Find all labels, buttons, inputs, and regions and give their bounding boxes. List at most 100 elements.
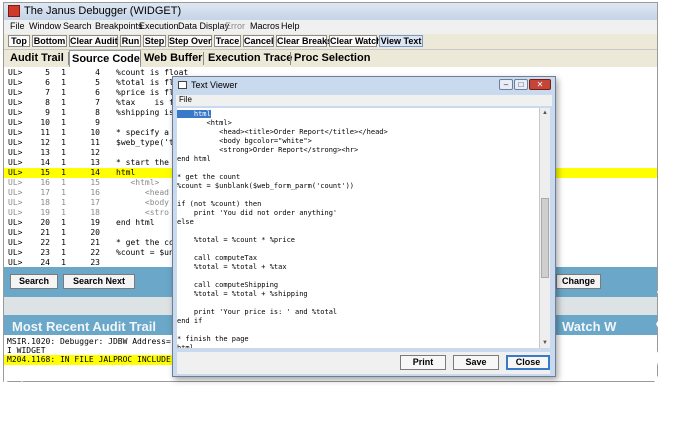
viewer-text-line-content: <html>	[177, 119, 232, 127]
code-line-text: <head	[116, 188, 169, 197]
menu-window[interactable]: Window	[29, 21, 61, 31]
code-line-prefix: UL>	[8, 128, 23, 137]
viewer-scrollbar[interactable]: ▲ ▼	[539, 108, 550, 348]
viewer-text-line-content: %total = %count * %price	[177, 236, 296, 244]
code-line-number: 22	[90, 248, 100, 257]
code-line-number: 1	[61, 168, 66, 177]
code-line-number: 11	[90, 138, 100, 147]
tab-web-buffer[interactable]: Web Buffer	[142, 50, 202, 67]
code-line-text: %count = $un	[116, 248, 174, 257]
menu-macros[interactable]: Macros	[250, 21, 280, 31]
search-button[interactable]: Search	[10, 274, 58, 289]
code-line-number: 1	[61, 148, 66, 157]
code-line-number: 18	[40, 198, 50, 207]
tab-source-code[interactable]: Source Code	[69, 50, 141, 68]
bottom-button[interactable]: Bottom	[32, 35, 67, 47]
step-over-button[interactable]: Step Over	[168, 35, 212, 47]
code-line-number: 21	[90, 238, 100, 247]
scroll-thumb[interactable]	[541, 198, 549, 278]
code-line-number: 17	[90, 198, 100, 207]
tab-proc-selection[interactable]: Proc Selection	[292, 50, 370, 67]
minimize-icon[interactable]: –	[499, 79, 513, 90]
code-line-text: %total is fl	[116, 78, 174, 87]
viewer-text-line: %count = $unblank($web_form_parm('count'…	[177, 181, 354, 191]
print-button[interactable]: Print	[400, 355, 446, 370]
viewer-text-line-content: end if	[177, 317, 203, 325]
code-line-number: 20	[90, 228, 100, 237]
code-line-number: 13	[40, 148, 50, 157]
code-line-number: 4	[95, 68, 100, 77]
viewer-text-line-content: <strong>Order Report</strong><hr>	[177, 146, 359, 154]
code-line-number: 1	[61, 158, 66, 167]
code-line-text: * specify a	[116, 128, 169, 137]
viewer-text-line: else	[177, 217, 194, 227]
menu-file[interactable]: File	[10, 21, 25, 31]
viewer-menu-bar: File	[176, 95, 552, 106]
title-bar: The Janus Debugger (WIDGET)	[4, 3, 657, 20]
code-line-number: 1	[61, 228, 66, 237]
code-line-text: html	[116, 168, 136, 177]
code-line-number: 1	[61, 138, 66, 147]
clear-audit-button[interactable]: Clear Audit	[69, 35, 118, 47]
search-next-button[interactable]: Search Next	[63, 274, 135, 289]
maximize-icon[interactable]: □	[514, 79, 528, 90]
code-line-number: 1	[61, 188, 66, 197]
menu-breakpoints[interactable]: Breakpoints	[95, 21, 143, 31]
run-button[interactable]: Run	[120, 35, 141, 47]
code-line-number: 5	[95, 78, 100, 87]
viewer-menu-file[interactable]: File	[179, 95, 192, 104]
clear-breaks-button[interactable]: Clear Breaks	[276, 35, 332, 47]
menu-data-display[interactable]: Data Display	[178, 21, 229, 31]
code-line-number: 13	[90, 158, 100, 167]
menu-error: Error	[225, 21, 245, 31]
code-line-number: 23	[40, 248, 50, 257]
code-line-prefix: UL>	[8, 208, 23, 217]
viewer-text-line-content: end html	[177, 155, 211, 163]
viewer-text-line-content: %count = $unblank($web_form_parm('count'…	[177, 182, 355, 190]
cancel-button[interactable]: Cancel	[243, 35, 274, 47]
close-icon[interactable]: ✕	[529, 79, 551, 90]
viewer-text-line: html	[177, 343, 194, 348]
menu-bar: File Window Search Breakpoints Execution…	[4, 20, 657, 34]
tab-execution-trace[interactable]: Execution Trace	[206, 50, 292, 67]
code-line-prefix: UL>	[8, 188, 23, 197]
menu-execution[interactable]: Execution	[139, 21, 179, 31]
code-line-text: <body	[116, 198, 169, 207]
viewer-text-line-content: if (not %count) then	[177, 200, 262, 208]
code-line-number: 17	[40, 188, 50, 197]
save-button[interactable]: Save	[453, 355, 499, 370]
scroll-up-icon[interactable]: ▲	[540, 108, 550, 118]
viewer-text-line-content: html	[177, 344, 194, 348]
view-text-button[interactable]: View Text	[379, 35, 423, 47]
code-line-text: %price is fl	[116, 88, 174, 97]
clear-watch-button[interactable]: Clear Watch	[329, 35, 382, 47]
menu-search[interactable]: Search	[63, 21, 92, 31]
scroll-down-icon[interactable]: ▼	[540, 338, 550, 348]
code-line-text: %tax is fl	[116, 98, 179, 107]
code-line-number: 14	[40, 158, 50, 167]
top-button[interactable]: Top	[8, 35, 30, 47]
viewer-text-line-content: print 'You did not order anything'	[177, 209, 338, 217]
viewer-text-line-content: * finish the page	[177, 335, 249, 343]
code-line-number: 22	[40, 238, 50, 247]
step-button[interactable]: Step	[143, 35, 166, 47]
code-line-number: 1	[61, 128, 66, 137]
watch-change-button[interactable]: Change	[556, 274, 601, 289]
viewer-text-area[interactable]: html <html> <head><title>Order Report</t…	[177, 108, 539, 348]
tab-separator	[140, 52, 141, 65]
tab-audit-trail[interactable]: Audit Trail	[8, 50, 68, 67]
viewer-text-line: end html	[177, 154, 211, 164]
text-viewer-window: Text Viewer – □ ✕ File html <html> <head…	[172, 76, 556, 377]
close-button[interactable]: Close	[506, 355, 550, 370]
code-line-number: 1	[61, 248, 66, 257]
trace-button[interactable]: Trace	[214, 35, 241, 47]
menu-help[interactable]: Help	[281, 21, 300, 31]
tab-separator	[290, 52, 291, 65]
app-icon	[8, 5, 20, 17]
code-line-number: 19	[90, 218, 100, 227]
viewer-text-line-content: call computeTax	[177, 254, 258, 262]
viewer-text-line-content: else	[177, 218, 194, 226]
code-line-text: <stro	[116, 208, 169, 217]
viewer-text-line: %total = %count * %price	[177, 235, 295, 245]
tab-bar: Audit Trail Source Code Web Buffer Execu…	[4, 49, 657, 68]
